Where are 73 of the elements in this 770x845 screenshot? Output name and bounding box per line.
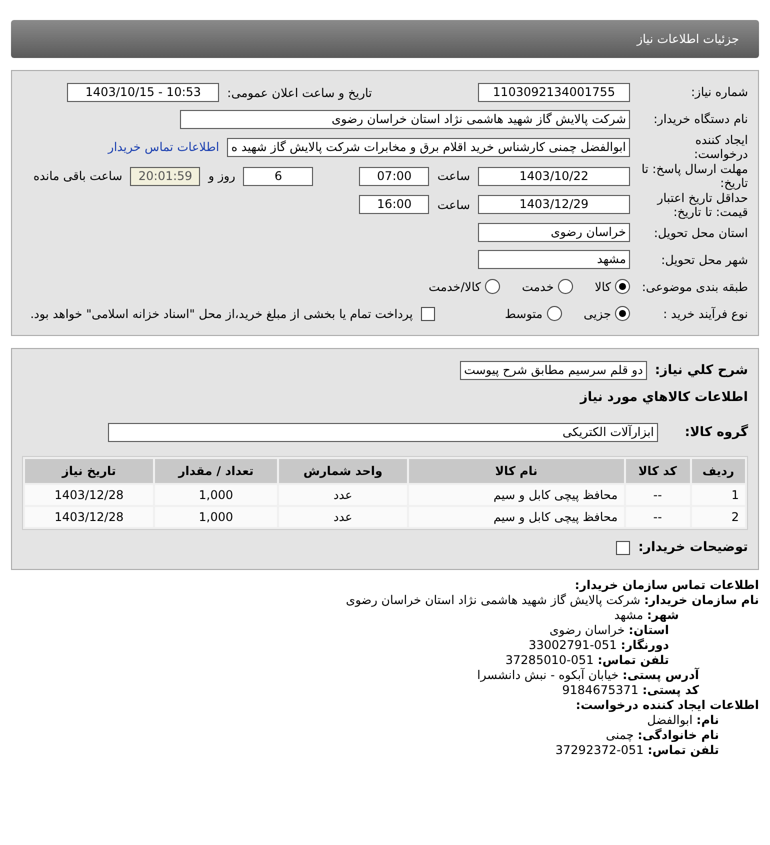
column-header: تاریخ نیاز [25,459,154,484]
field-label: نوع فرآیند خرید : [662,306,748,322]
field-label: نام دستگاه خریدار: [652,112,748,127]
field-label: استان محل تحویل: [652,226,748,240]
radio-button[interactable] [615,306,630,322]
field-label: ساعت [437,198,470,212]
field-label: ساعت باقی مانده [33,169,122,184]
table-cell: عدد [278,485,407,506]
need-number-field: 1103092134001755 [478,83,630,102]
table-cell: 1403/12/28 [25,485,154,506]
field-label: شرح كلي نياز: [654,363,748,378]
table-cell: 1,000 [155,485,277,506]
contact-line: استان: خراسان رضوی [550,623,669,638]
column-header: ردیف [692,459,745,484]
table-cell: عدد [278,507,407,528]
field-label: گروه کالا: [688,425,748,441]
column-header: واحد شمارش [278,459,407,484]
table-cell: 1403/12/28 [25,507,154,528]
option-label: پرداخت تمام یا بخشی از مبلغ خرید،از محل "اسناد خزانه اسلامی" خواهد بود. [30,306,413,321]
announce-field: 1403/10/15 - 10:53 [67,83,220,102]
table-cell: 2 [692,507,745,528]
days-field: 6 [243,166,314,186]
option-label: کالا/خدمت [428,280,481,294]
contact-line: نام خانوادگی: چمنی [606,728,719,744]
radio-button[interactable] [546,306,562,322]
option-label: جزیی [584,306,611,321]
field-label: تاریخ و ساعت اعلان عمومی: [227,86,372,100]
deadline-time-field: 07:00 [359,166,430,186]
buyer-org-field: شرکت پالایش گاز شهید هاشمی نژاد استان خراسان رضوی [180,110,630,129]
buyer-contact-link[interactable]: اطلاعات تماس خریدار [108,140,220,154]
radio-button[interactable] [558,279,573,294]
table-cell: 1,000 [155,507,277,528]
province-field: خراسان رضوی [478,223,630,242]
validity-time-field: 16:00 [359,195,430,214]
city-field: مشهد [478,250,630,270]
radio-button[interactable] [615,279,630,294]
column-header: نام کالا [408,459,624,484]
field-label: ساعت [437,169,470,184]
field-label: توضیحات خریدار: [638,540,748,556]
radio-button[interactable] [484,279,500,294]
field-label: طبقه بندی موضوعی: [640,280,748,294]
description-field: دو قلم سرسیم مطابق شرح پیوست [460,361,647,380]
option-label: خدمت [522,280,554,294]
goods-group-field: ابزارآلات الکتریکی [108,423,658,442]
field-label: شهر محل تحویل: [660,252,748,268]
table-cell: 1 [692,485,745,506]
checkbox[interactable] [616,540,630,555]
option-label: متوسط [504,306,543,321]
contact-line: شهر: مشهد [614,608,679,624]
remaining-time-field: 20:01:59 [130,166,200,186]
contact-title: اطلاعات ایجاد کننده درخواست: [576,698,759,714]
table-cell: -- [626,485,690,506]
field-label: حداقل تاریخ اعتبار قیمت: تا تاریخ: [656,190,748,220]
option-label: کالا [594,280,611,294]
table-cell: محافظ پیچی کابل و سیم [408,507,624,528]
section-title: اطلاعات كالاهاي مورد نياز [580,390,748,406]
contact-title: اطلاعات تماس سازمان خریدار: [574,578,759,594]
table-cell: -- [626,507,690,528]
column-header: کد کالا [626,459,690,484]
field-label: روز و [208,169,236,184]
contact-line: نام: ابوالفضل [647,713,719,728]
table-cell: محافظ پیچی کابل و سیم [408,485,624,506]
deadline-date-field: 1403/10/22 [478,166,630,186]
field-label: ایجاد کننده درخواست: [693,133,748,162]
requester-field: ابوالفضل چمنی کارشناس خرید اقلام برق و مخابرات شرکت پالایش گاز شهید ه [227,138,630,157]
checkbox[interactable] [420,306,435,321]
field-label: مهلت ارسال پاسخ: تا تاریخ: [640,162,748,191]
header-title: جزئیات اطلاعات نیاز [636,32,739,46]
column-header: تعداد / مقدار [155,459,277,484]
validity-date-field: 1403/12/29 [478,195,630,214]
contact-line: نام سازمان خریدار: شرکت پالایش گاز شهید هاشمی نژاد استان خراسان رضوی [346,593,759,608]
field-label: شماره نیاز: [690,85,748,100]
contact-line: آدرس پستی: خیابان آبکوه - نبش دانشسرا [477,668,699,684]
